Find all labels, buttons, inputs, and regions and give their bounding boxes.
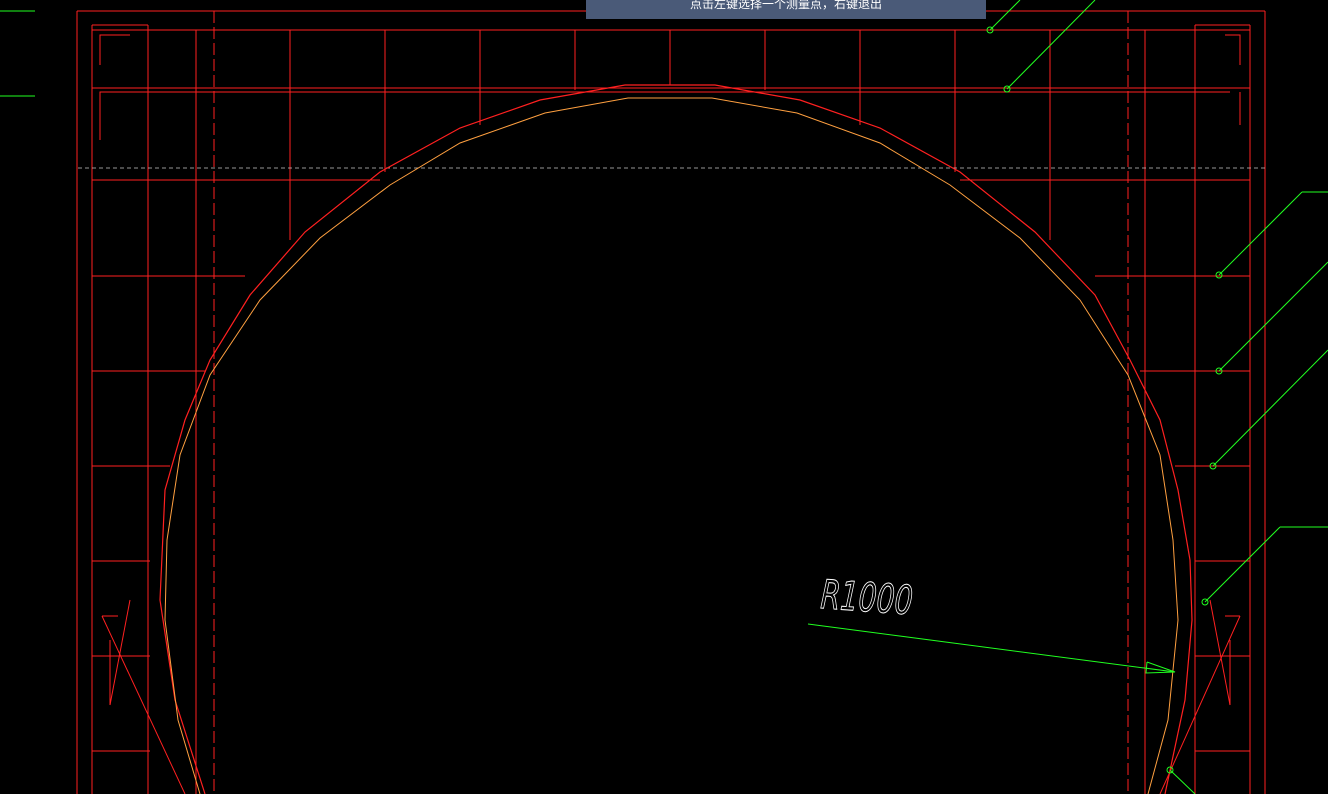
radius-dimension-label: R1000	[819, 572, 914, 624]
command-prompt-text: 点击左键选择一个测量点，右键退出	[689, 0, 882, 11]
command-prompt-tooltip: 点击左键选择一个测量点，右键退出	[586, 0, 986, 19]
cad-canvas[interactable]: R1000	[0, 0, 1328, 794]
canvas-background	[0, 0, 1328, 794]
